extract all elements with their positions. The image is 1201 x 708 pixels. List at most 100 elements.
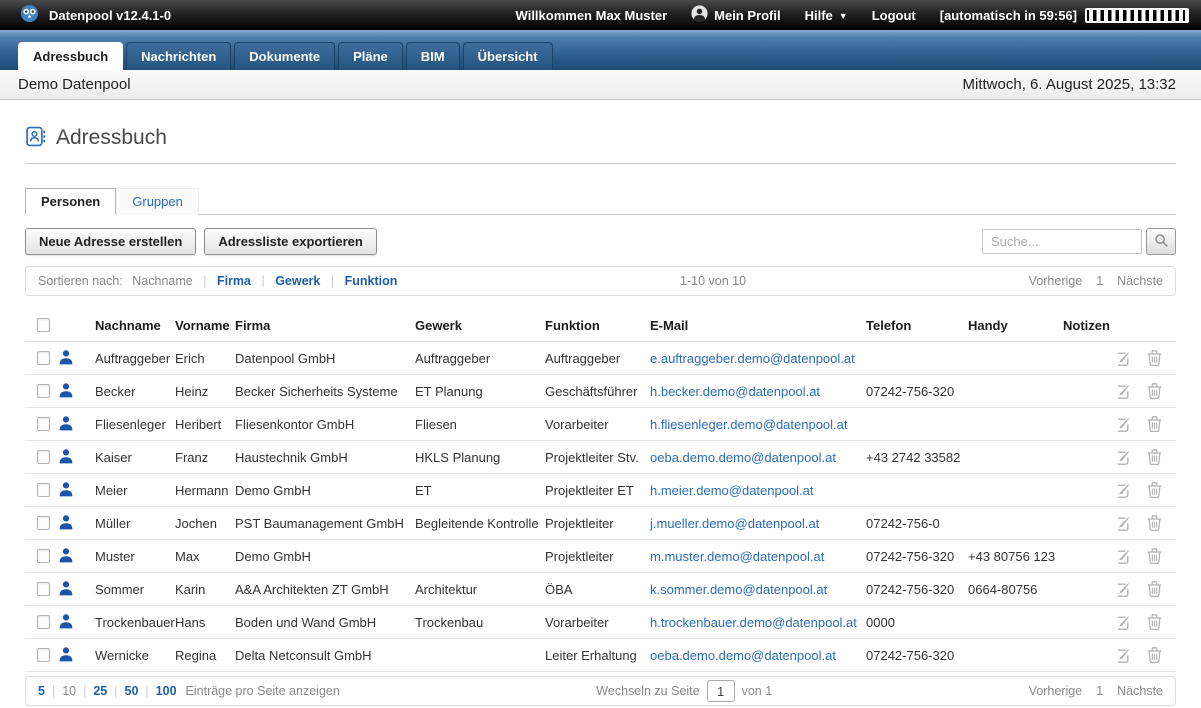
email-link[interactable]: k.sommer.demo@datenpool.at xyxy=(650,582,827,597)
row-checkbox[interactable] xyxy=(37,615,50,629)
edit-icon[interactable] xyxy=(1118,383,1131,400)
perpage-label: Einträge pro Seite anzeigen xyxy=(186,684,340,698)
email-link[interactable]: h.becker.demo@datenpool.at xyxy=(650,384,820,399)
cell-handy: +43 80756 123 xyxy=(968,549,1063,564)
cell-nachname: Muster xyxy=(95,549,175,564)
delete-icon[interactable] xyxy=(1147,515,1162,532)
delete-icon[interactable] xyxy=(1147,647,1162,664)
nav-tab-bim[interactable]: BIM xyxy=(406,42,460,70)
row-checkbox[interactable] xyxy=(37,483,50,497)
cell-nachname: Becker xyxy=(95,384,175,399)
edit-icon[interactable] xyxy=(1118,482,1131,499)
nav-tab-plaene[interactable]: Pläne xyxy=(338,42,403,70)
cell-nachname: Kaiser xyxy=(95,450,175,465)
email-link[interactable]: j.mueller.demo@datenpool.at xyxy=(650,516,819,531)
row-checkbox[interactable] xyxy=(37,384,50,398)
topbar: Datenpool v12.4.1-0 Willkommen Max Muste… xyxy=(0,0,1201,30)
page-title: Adressbuch xyxy=(56,126,167,150)
profile-link[interactable]: Mein Profil xyxy=(691,5,780,25)
cell-vorname: Franz xyxy=(175,450,235,465)
cell-nachname: Meier xyxy=(95,483,175,498)
delete-icon[interactable] xyxy=(1147,350,1162,367)
edit-icon[interactable] xyxy=(1118,515,1131,532)
person-icon xyxy=(58,382,74,401)
cell-vorname: Hermann xyxy=(175,483,235,498)
nav-tab-adressbuch[interactable]: Adressbuch xyxy=(18,42,123,70)
logout-link[interactable]: Logout xyxy=(872,8,916,23)
cell-firma: Demo GmbH xyxy=(235,549,415,564)
sort-link-gewerk[interactable]: Gewerk xyxy=(275,274,320,288)
perpage-50[interactable]: 50 xyxy=(125,684,139,698)
email-link[interactable]: e.auftraggeber.demo@datenpool.at xyxy=(650,351,855,366)
nav-tab-uebersicht[interactable]: Übersicht xyxy=(463,42,553,70)
cell-vorname: Regina xyxy=(175,648,235,663)
prev-page-link[interactable]: Vorherige xyxy=(1029,274,1083,288)
cell-funktion: Projektleiter xyxy=(545,516,650,531)
perpage-25[interactable]: 25 xyxy=(93,684,107,698)
cell-handy: 0664-80756 xyxy=(968,582,1063,597)
delete-icon[interactable] xyxy=(1147,548,1162,565)
row-checkbox[interactable] xyxy=(37,417,50,431)
cell-funktion: Projektleiter Stv. xyxy=(545,450,650,465)
delete-icon[interactable] xyxy=(1147,482,1162,499)
sort-link-firma[interactable]: Firma xyxy=(217,274,251,288)
cell-vorname: Heinz xyxy=(175,384,235,399)
search-button[interactable] xyxy=(1146,228,1176,255)
perpage-5[interactable]: 5 xyxy=(38,684,45,698)
edit-icon[interactable] xyxy=(1118,350,1131,367)
col-gewerk: Gewerk xyxy=(415,318,545,333)
row-checkbox[interactable] xyxy=(37,516,50,530)
row-checkbox[interactable] xyxy=(37,450,50,464)
email-link[interactable]: h.meier.demo@datenpool.at xyxy=(650,483,814,498)
col-firma: Firma xyxy=(235,318,415,333)
delete-icon[interactable] xyxy=(1147,581,1162,598)
email-link[interactable]: h.trockenbauer.demo@datenpool.at xyxy=(650,615,857,630)
search-icon xyxy=(1154,233,1169,251)
row-checkbox[interactable] xyxy=(37,351,50,365)
delete-icon[interactable] xyxy=(1147,449,1162,466)
cell-funktion: Vorarbeiter xyxy=(545,615,650,630)
footer-current-page: 1 xyxy=(1096,684,1103,698)
row-checkbox[interactable] xyxy=(37,549,50,563)
row-checkbox[interactable] xyxy=(37,582,50,596)
delete-icon[interactable] xyxy=(1147,416,1162,433)
select-all-checkbox[interactable] xyxy=(37,318,50,332)
tab-personen[interactable]: Personen xyxy=(25,188,116,215)
col-notizen: Notizen xyxy=(1063,318,1118,333)
main-nav: Adressbuch Nachrichten Dokumente Pläne B… xyxy=(0,30,1201,70)
goto-page-input[interactable] xyxy=(707,680,735,702)
next-page-link[interactable]: Nächste xyxy=(1117,274,1163,288)
edit-icon[interactable] xyxy=(1118,416,1131,433)
footer-next-link[interactable]: Nächste xyxy=(1117,684,1163,698)
nav-tab-nachrichten[interactable]: Nachrichten xyxy=(126,42,231,70)
goto-suffix: von 1 xyxy=(742,684,773,698)
row-checkbox[interactable] xyxy=(37,648,50,662)
edit-icon[interactable] xyxy=(1118,614,1131,631)
person-icon xyxy=(58,481,74,500)
cell-vorname: Karin xyxy=(175,582,235,597)
cell-firma: Becker Sicherheits Systeme xyxy=(235,384,415,399)
perpage-100[interactable]: 100 xyxy=(156,684,177,698)
edit-icon[interactable] xyxy=(1118,449,1131,466)
cell-funktion: Projektleiter ET xyxy=(545,483,650,498)
email-link[interactable]: h.fliesenleger.demo@datenpool.at xyxy=(650,417,848,432)
edit-icon[interactable] xyxy=(1118,647,1131,664)
nav-tab-dokumente[interactable]: Dokumente xyxy=(234,42,335,70)
email-link[interactable]: oeba.demo.demo@datenpool.at xyxy=(650,648,836,663)
delete-icon[interactable] xyxy=(1147,614,1162,631)
person-icon xyxy=(58,514,74,533)
sort-link-funktion[interactable]: Funktion xyxy=(345,274,398,288)
delete-icon[interactable] xyxy=(1147,383,1162,400)
export-list-button[interactable]: Adressliste exportieren xyxy=(204,228,377,255)
email-link[interactable]: oeba.demo.demo@datenpool.at xyxy=(650,450,836,465)
edit-icon[interactable] xyxy=(1118,548,1131,565)
edit-icon[interactable] xyxy=(1118,581,1131,598)
email-link[interactable]: m.muster.demo@datenpool.at xyxy=(650,549,824,564)
search-input[interactable] xyxy=(982,229,1142,254)
col-vorname: Vorname xyxy=(175,318,235,333)
footer-prev-link[interactable]: Vorherige xyxy=(1029,684,1083,698)
help-menu[interactable]: Hilfe ▼ xyxy=(805,8,848,23)
tab-gruppen[interactable]: Gruppen xyxy=(116,188,199,215)
new-address-button[interactable]: Neue Adresse erstellen xyxy=(25,228,196,255)
app-logo-icon xyxy=(20,4,39,26)
